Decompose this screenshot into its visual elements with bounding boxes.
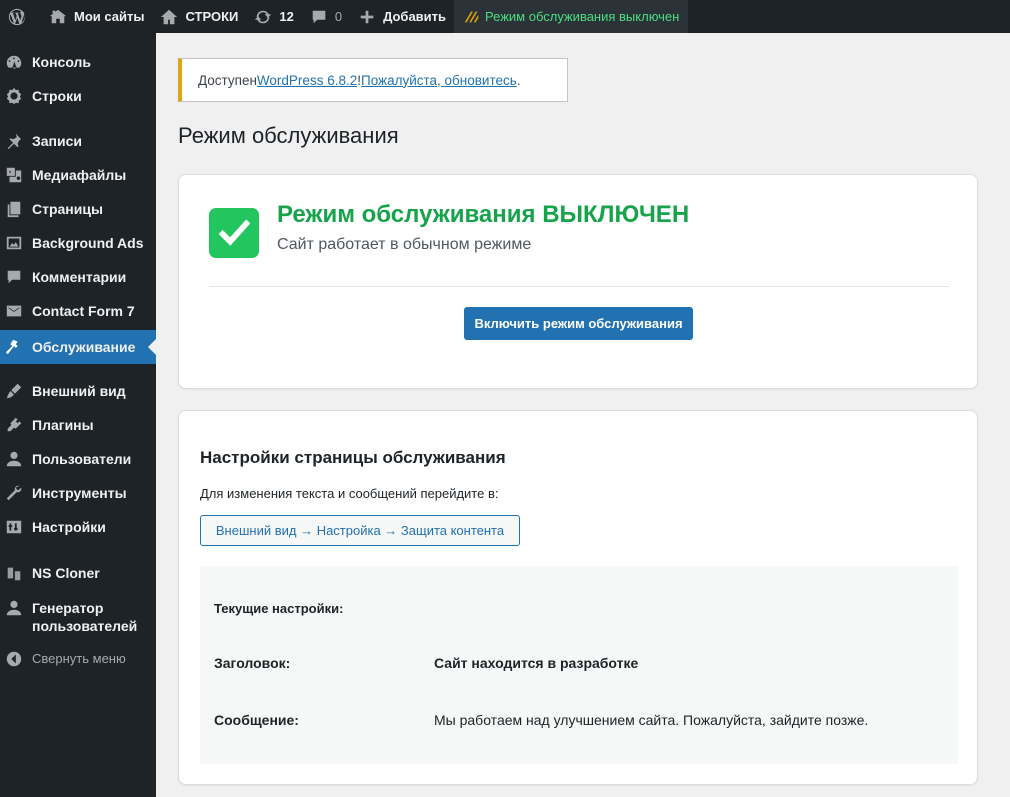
maintenance-settings-card: Настройки страницы обслуживания Для изме…: [178, 410, 978, 785]
plus-icon: [358, 8, 376, 26]
updates-count: 12: [279, 9, 294, 24]
sidebar-item-tools[interactable]: Инструменты: [0, 476, 156, 510]
setting-message-label: Сообщение:: [214, 712, 299, 728]
comments-menu[interactable]: 0: [302, 0, 350, 33]
pages-icon: [5, 200, 23, 218]
wrench-icon: [5, 484, 23, 502]
wordpress-logo-button[interactable]: [0, 0, 41, 33]
setting-title-value: Сайт находится в разработке: [434, 655, 639, 671]
divider: [209, 286, 949, 287]
sidebar-item-settings[interactable]: Настройки: [0, 510, 156, 544]
update-notice: Доступен WordPress 6.8.2! Пожалуйста, об…: [178, 58, 568, 102]
check-mark-icon: [209, 208, 259, 258]
sidebar-item-label: Обслуживание: [32, 339, 136, 355]
sidebar-item-stroki[interactable]: Строки: [0, 79, 156, 113]
notice-prefix: Доступен: [198, 72, 257, 88]
sidebar-item-label: Пользователи: [32, 451, 132, 467]
pin-icon: [5, 132, 23, 150]
sidebar-item-label: Инструменты: [32, 485, 127, 501]
sidebar-item-media[interactable]: Медиафайлы: [0, 158, 156, 192]
notice-suffix: .: [516, 72, 521, 88]
sidebar-item-contact-form-7[interactable]: Contact Form 7: [0, 294, 156, 328]
sidebar-item-appearance[interactable]: Внешний вид: [0, 374, 156, 408]
media-icon: [5, 166, 23, 184]
updates-menu[interactable]: 12: [246, 0, 301, 33]
enable-maintenance-button[interactable]: Включить режим обслуживания: [464, 307, 693, 340]
sidebar-item-label: Background Ads: [32, 235, 144, 251]
sidebar-item-maintenance[interactable]: Обслуживание: [0, 330, 156, 364]
sidebar-item-label: Настройки: [32, 519, 106, 535]
sidebar-item-background-ads[interactable]: Background Ads: [0, 226, 156, 260]
maintenance-status-subtitle: Сайт работает в обычном режиме: [277, 236, 532, 253]
my-sites-menu[interactable]: Мои сайты: [41, 0, 152, 33]
sidebar-item-users[interactable]: Пользователи: [0, 442, 156, 476]
settings-icon: [5, 518, 23, 536]
sidebar-item-label: Генератор пользователей: [32, 600, 138, 634]
sidebar-item-label: NS Cloner: [32, 565, 100, 581]
settings-card-title: Настройки страницы обслуживания: [200, 448, 506, 467]
maintenance-status-indicator[interactable]: Режим обслуживания выключен: [454, 0, 689, 33]
add-new-menu[interactable]: Добавить: [350, 0, 454, 33]
wordpress-version-link[interactable]: WordPress 6.8.2: [257, 73, 357, 88]
sidebar-item-label: Свернуть меню: [32, 651, 126, 666]
hammer-icon: [5, 338, 23, 356]
site-name-menu[interactable]: СТРОКИ: [152, 0, 246, 33]
sidebar-item-comments[interactable]: Комментарии: [0, 260, 156, 294]
comment-icon: [5, 268, 23, 286]
sidebar-item-label: Страницы: [32, 201, 103, 217]
current-settings-panel: Текущие настройки: Заголовок: Сайт наход…: [200, 566, 958, 764]
user-icon: [5, 599, 23, 617]
my-sites-label: Мои сайты: [74, 9, 145, 24]
cloner-icon: [5, 564, 23, 582]
collapse-icon: [5, 650, 23, 668]
sidebar-item-posts[interactable]: Записи: [0, 124, 156, 158]
sidebar-item-label: Внешний вид: [32, 383, 126, 399]
user-icon: [5, 450, 23, 468]
sidebar-item-label: Комментарии: [32, 269, 127, 285]
sidebar-item-user-generator[interactable]: Генератор пользователей: [0, 594, 156, 640]
brush-icon: [5, 382, 23, 400]
wordpress-icon: [8, 8, 26, 26]
current-settings-heading: Текущие настройки:: [214, 601, 344, 616]
add-new-label: Добавить: [383, 9, 447, 24]
comment-icon: [310, 8, 328, 26]
my-sites-icon: [49, 8, 67, 26]
setting-title-label: Заголовок:: [214, 655, 291, 671]
sidebar-item-label: Медиафайлы: [32, 167, 127, 183]
image-icon: [5, 234, 23, 252]
admin-sidebar: Консоль Строки Записи Медиафайлы Страниц…: [0, 33, 156, 797]
dashboard-icon: [5, 53, 23, 71]
sidebar-item-label: Строки: [32, 88, 82, 104]
page-title: Режим обслуживания: [178, 123, 399, 148]
maintenance-status-title: Режим обслуживания ВЫКЛЮЧЕН: [277, 201, 690, 228]
sidebar-item-dashboard[interactable]: Консоль: [0, 45, 156, 79]
sidebar-item-pages[interactable]: Страницы: [0, 192, 156, 226]
sidebar-item-label: Консоль: [32, 54, 92, 70]
sidebar-item-plugins[interactable]: Плагины: [0, 408, 156, 442]
maintenance-status-card: Режим обслуживания ВЫКЛЮЧЕН Сайт работае…: [178, 174, 978, 389]
admin-bar: Мои сайты СТРОКИ 12 0 Добавить Режим обс…: [0, 0, 1010, 33]
plugin-icon: [5, 416, 23, 434]
sidebar-item-label: Записи: [32, 133, 83, 149]
sidebar-item-label: Плагины: [32, 417, 94, 433]
sidebar-item-label: Contact Form 7: [32, 303, 135, 319]
collapse-menu-button[interactable]: Свернуть меню: [0, 642, 156, 676]
updates-icon: [254, 8, 272, 26]
update-now-link[interactable]: Пожалуйста, обновитесь: [361, 73, 517, 88]
mail-icon: [5, 302, 23, 320]
home-icon: [160, 8, 178, 26]
maintenance-status-label: Режим обслуживания выключен: [485, 9, 680, 24]
setting-message-value: Мы работаем над улучшением сайта. Пожалу…: [434, 712, 869, 728]
gear-icon: [5, 87, 23, 105]
comments-count: 0: [334, 9, 343, 24]
site-name-label: СТРОКИ: [185, 9, 239, 24]
settings-card-description: Для изменения текста и сообщений перейди…: [200, 486, 499, 501]
sidebar-item-ns-cloner[interactable]: NS Cloner: [0, 556, 156, 590]
construction-icon: [463, 8, 481, 26]
customizer-path-button[interactable]: Внешний вид → Настройка → Защита контент…: [200, 515, 520, 546]
